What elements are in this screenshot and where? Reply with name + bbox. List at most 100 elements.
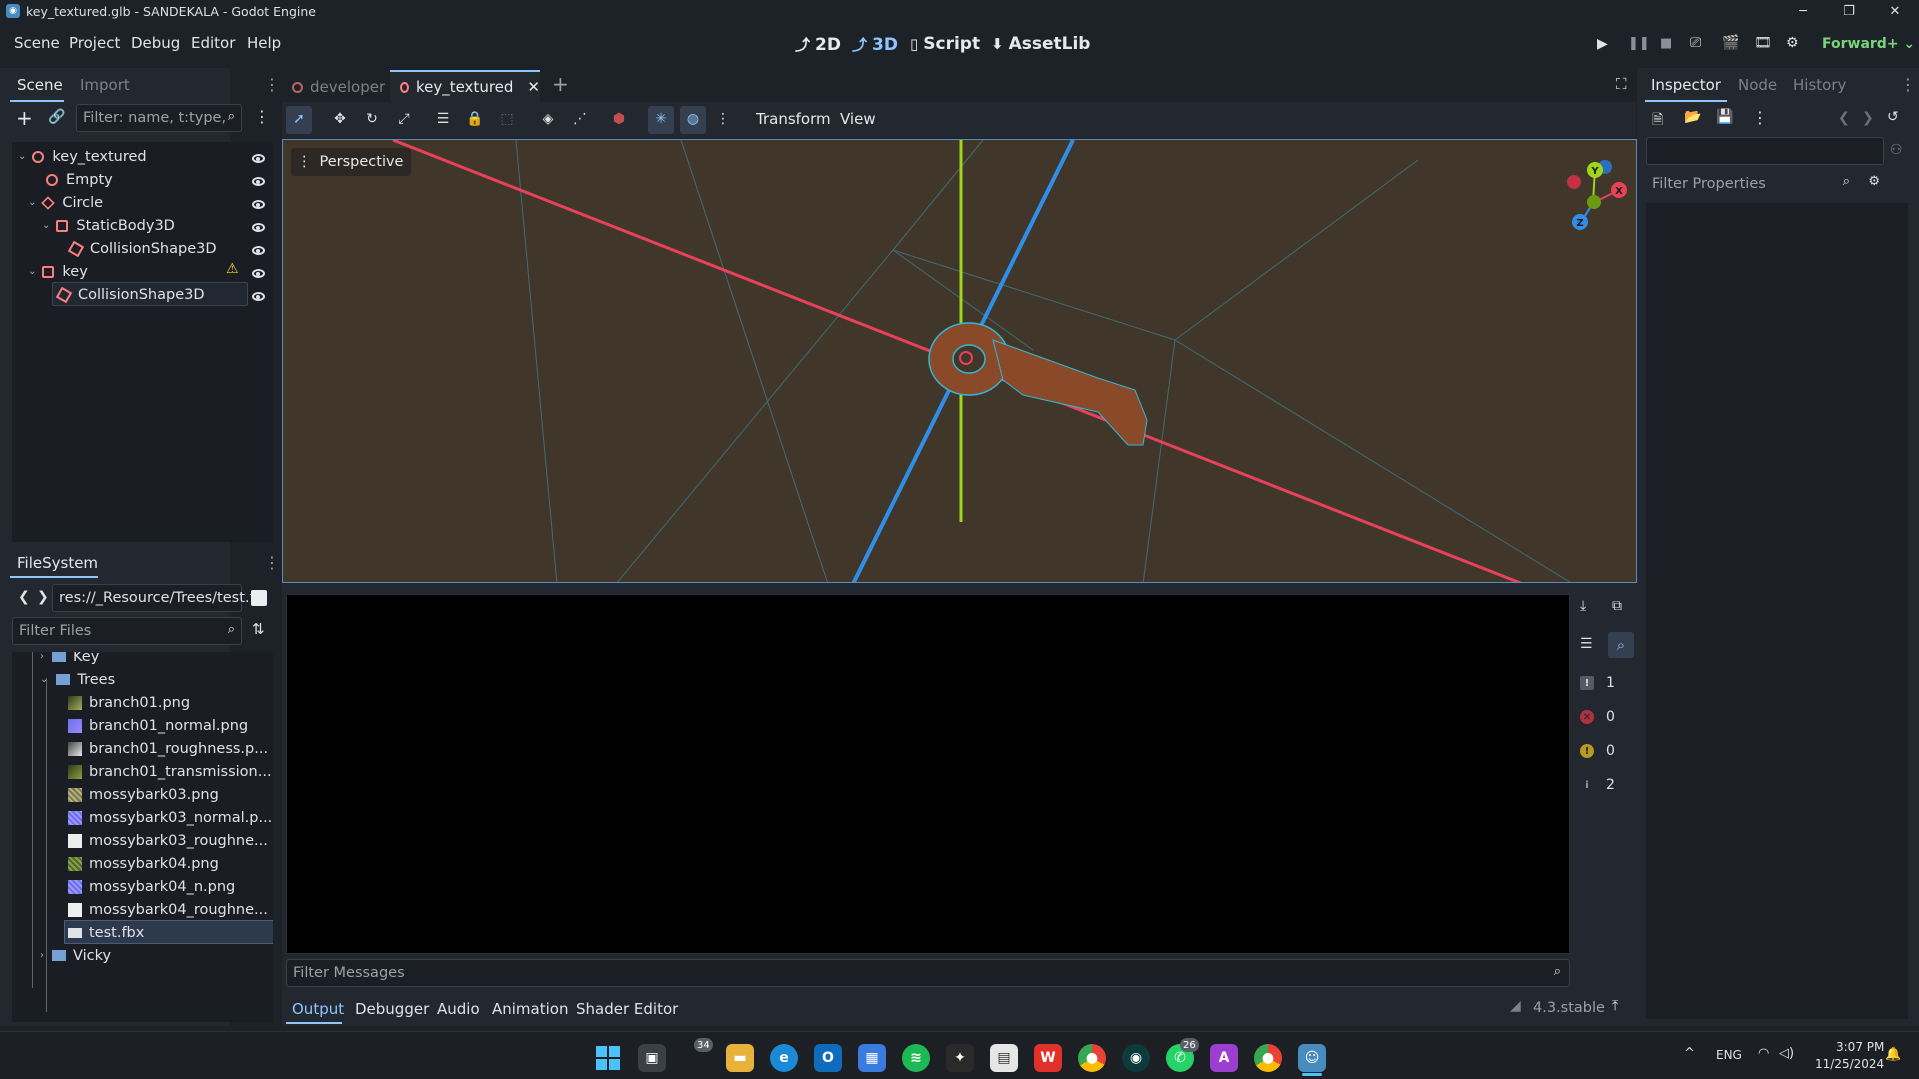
scene-tab-developer[interactable]: developer — [292, 72, 385, 102]
visibility-eye-icon[interactable] — [252, 246, 265, 255]
scene-filter-input[interactable]: Filter: name, t:type, ⌕ — [76, 104, 242, 132]
filesystem-filter-input[interactable]: Filter Files ⌕ — [12, 617, 242, 645]
movie-maker-icon[interactable]: ⚙ — [1786, 35, 1799, 51]
instance-scene-icon[interactable]: 🔗 — [48, 109, 65, 125]
dock-menu-icon[interactable]: ⋮ — [1900, 75, 1916, 94]
tab-scene[interactable]: Scene — [10, 72, 64, 102]
menu-editor[interactable]: Editor — [191, 34, 235, 52]
dock-menu-icon[interactable]: ⋮ — [264, 553, 280, 572]
sun-preview-icon[interactable]: ✳ — [650, 108, 672, 130]
file-item[interactable]: branch01.png — [68, 691, 190, 714]
workspace-3d-button[interactable]: ⤴ 3D — [852, 34, 898, 55]
copy-log-icon[interactable]: ⧉ — [1612, 598, 1622, 614]
transform-menu[interactable]: Transform — [756, 110, 831, 128]
select-tool-icon[interactable]: ➚ — [288, 108, 310, 130]
workspace-assetlib-button[interactable]: ⬇ AssetLib — [991, 34, 1090, 54]
scene-menu-icon[interactable]: ⋮ — [254, 107, 270, 126]
affinity-icon[interactable]: A — [1210, 1044, 1238, 1072]
tab-output[interactable]: Output — [292, 1000, 344, 1018]
file-item-folder[interactable]: ⌄ Trees — [40, 668, 115, 691]
resource-menu-icon[interactable]: ⋮ — [1752, 108, 1768, 127]
filter-options-icon[interactable]: ⚙ — [1868, 174, 1880, 189]
view-menu[interactable]: View — [840, 110, 876, 128]
maximize-button[interactable]: ❐ — [1826, 0, 1872, 22]
clear-log-icon[interactable]: ⤓ — [1580, 598, 1586, 614]
remote-debug-icon[interactable]: ⎚ — [1690, 35, 1701, 51]
visibility-eye-icon[interactable] — [252, 200, 265, 209]
language-indicator[interactable]: ENG — [1716, 1048, 1742, 1062]
wps-icon[interactable]: W — [1034, 1044, 1062, 1072]
split-view-icon[interactable] — [251, 590, 267, 606]
file-item-selected[interactable]: test.fbx — [68, 921, 144, 944]
add-tab-icon[interactable]: + — [552, 72, 569, 96]
start-menu-icon[interactable] — [594, 1044, 622, 1072]
close-window-button[interactable]: ✕ — [1872, 0, 1918, 22]
file-item[interactable]: mossybark04_n.png — [68, 875, 235, 898]
camera-preview-icon[interactable]: ⬢ — [608, 108, 630, 130]
file-item[interactable]: mossybark03.png — [68, 783, 219, 806]
history-back-icon[interactable]: ❮ — [1838, 110, 1850, 126]
tab-import[interactable]: Import — [80, 76, 130, 94]
object-options-icon[interactable]: ⚇ — [1890, 142, 1903, 158]
file-item[interactable]: mossybark04_roughne... — [68, 898, 268, 921]
clock-time[interactable]: 3:07 PM — [1836, 1040, 1884, 1054]
tray-overflow-icon[interactable]: ^ — [1684, 1046, 1695, 1061]
distraction-free-icon[interactable]: ⛶ — [1616, 75, 1627, 93]
close-tab-icon[interactable]: ✕ — [527, 78, 540, 96]
save-resource-icon[interactable]: 💾 — [1716, 109, 1733, 125]
chrome-profile-icon[interactable]: ● — [1254, 1044, 1282, 1072]
list-select-icon[interactable]: ☰ — [432, 108, 454, 130]
store-icon[interactable]: ▦ — [858, 1044, 886, 1072]
collapse-duplicates-icon[interactable]: ☰ — [1580, 636, 1593, 652]
chrome-icon[interactable]: ● — [1078, 1044, 1106, 1072]
file-item[interactable]: mossybark03_roughne... — [68, 829, 268, 852]
file-item[interactable]: branch01_roughness.p... — [68, 737, 268, 760]
file-item[interactable]: mossybark03_normal.p... — [68, 806, 272, 829]
visibility-eye-icon[interactable] — [252, 292, 265, 301]
play-icon[interactable]: ▶ — [1597, 36, 1608, 52]
outlook-icon[interactable]: O — [814, 1044, 842, 1072]
back-icon[interactable]: ❮ — [18, 589, 30, 605]
menu-debug[interactable]: Debug — [131, 34, 180, 52]
snap-icon[interactable]: ⋰ — [569, 108, 591, 130]
tree-item-root[interactable]: ⌄ key_textured — [12, 145, 147, 168]
notepad-icon[interactable]: ▤ — [990, 1044, 1018, 1072]
app-icon[interactable]: ◉ — [1122, 1044, 1150, 1072]
visibility-eye-icon[interactable] — [252, 269, 265, 278]
perspective-menu-button[interactable]: ⋮ Perspective — [291, 148, 412, 176]
tab-inspector[interactable]: Inspector — [1645, 72, 1727, 102]
stop-icon[interactable]: ■ — [1660, 36, 1672, 51]
filesystem-path-input[interactable]: res://_Resource/Trees/test.f — [52, 584, 255, 612]
warning-counter[interactable]: ! 0 — [1580, 739, 1620, 763]
tab-node[interactable]: Node — [1738, 76, 1777, 94]
menu-project[interactable]: Project — [69, 34, 120, 52]
search-toggle-icon[interactable]: ⌕ — [1608, 632, 1634, 658]
notification-bell-icon[interactable]: 🔔 — [1885, 1047, 1901, 1062]
chevron-down-icon[interactable]: ⌄ — [42, 220, 50, 231]
viewport-canvas[interactable]: Y X Z — [283, 140, 1637, 583]
davinci-icon[interactable]: ✦ — [946, 1044, 974, 1072]
file-item[interactable]: branch01_transmission... — [68, 760, 272, 783]
info-counter[interactable]: i2 — [1580, 773, 1620, 797]
visibility-eye-icon[interactable] — [252, 154, 265, 163]
object-path-field[interactable] — [1646, 137, 1884, 165]
scene-tab-key-textured[interactable]: key_textured ✕ — [390, 70, 540, 102]
tree-item-circle[interactable]: ⌄ Circle — [28, 191, 103, 214]
lock-icon[interactable]: 🔒 — [464, 108, 486, 130]
local-space-icon[interactable]: ◈ — [537, 108, 559, 130]
tree-item-collisionshape[interactable]: CollisionShape3D — [67, 237, 217, 260]
clock-date[interactable]: 11/25/2024 — [1815, 1057, 1884, 1071]
3d-viewport[interactable]: Y X Z ⋮ Perspective — [282, 139, 1637, 583]
move-tool-icon[interactable]: ✥ — [329, 108, 351, 130]
sort-icon[interactable]: ⇅ — [252, 620, 265, 638]
expand-panel-icon[interactable]: ⤒ — [1612, 998, 1618, 1014]
menu-help[interactable]: Help — [247, 34, 281, 52]
pause-icon[interactable]: ❚❚ — [1628, 36, 1650, 51]
gizmo-neg-y[interactable] — [1587, 195, 1601, 209]
dock-menu-icon[interactable]: ⋮ — [264, 75, 280, 94]
visibility-eye-icon[interactable] — [252, 223, 265, 232]
error-counter[interactable]: ✕ 0 — [1580, 705, 1620, 729]
chevron-down-icon[interactable]: ⌄ — [28, 197, 36, 208]
wifi-icon[interactable]: ◠ — [1758, 1046, 1769, 1061]
visibility-eye-icon[interactable] — [252, 177, 265, 186]
